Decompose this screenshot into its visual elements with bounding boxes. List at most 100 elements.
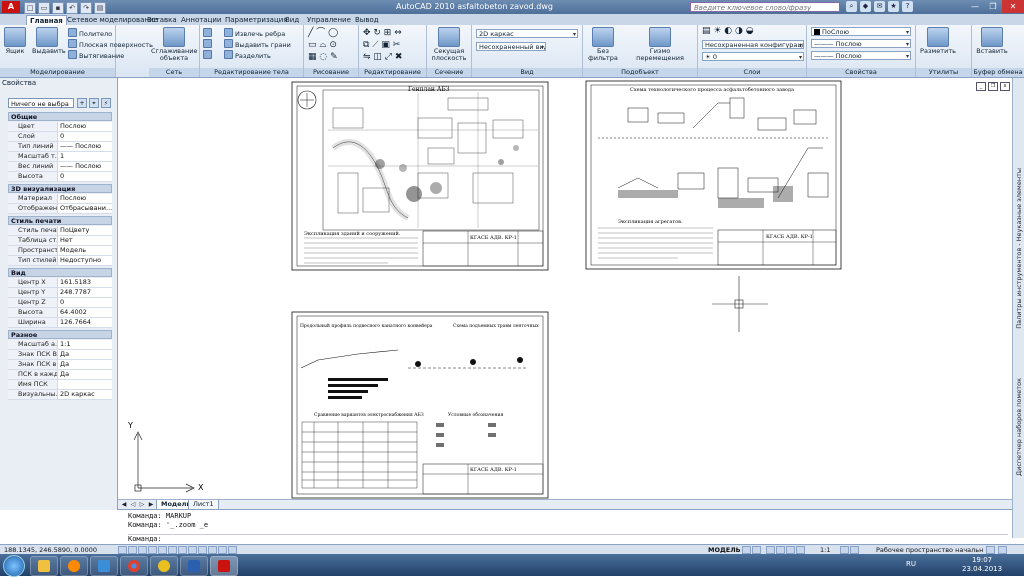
- separate-button[interactable]: Разделить: [224, 50, 271, 60]
- extract-button[interactable]: Выдавить: [32, 27, 66, 55]
- object-snap-tracking-icon[interactable]: [188, 546, 197, 554]
- tab-parametric[interactable]: Параметризация: [222, 15, 290, 25]
- property-value[interactable]: Недоступно: [60, 256, 112, 265]
- system-clock[interactable]: 19:07 23.04.2013: [962, 556, 1002, 574]
- open-file-icon[interactable]: ▭: [38, 2, 50, 14]
- quick-view-layouts-icon[interactable]: [742, 546, 751, 554]
- property-value[interactable]: 161.5183: [60, 278, 112, 287]
- taskbar-autocad[interactable]: [210, 556, 238, 576]
- property-value[interactable]: 1:1: [60, 340, 112, 349]
- help-search-input[interactable]: Введите ключевое слово/фразу: [690, 2, 840, 12]
- extrude-button[interactable]: Вытягивание: [68, 50, 124, 60]
- property-value[interactable]: 2D каркас: [60, 390, 112, 399]
- property-value[interactable]: 0: [60, 298, 112, 307]
- tool-palettes-tab[interactable]: Палитры инструментов - Неуказные элемент…: [1015, 168, 1023, 329]
- tab-annotate[interactable]: Аннотации: [178, 15, 224, 25]
- ortho-mode-icon[interactable]: [148, 546, 157, 554]
- property-row[interactable]: Стиль печатиПоЦвету: [8, 226, 112, 236]
- property-row[interactable]: Центр Y 248.7787: [8, 288, 112, 298]
- help-icon[interactable]: ?: [902, 1, 913, 12]
- infer-constraints-icon[interactable]: [118, 546, 127, 554]
- language-indicator[interactable]: RU: [906, 560, 916, 568]
- 3d-object-snap-icon[interactable]: [178, 546, 187, 554]
- taskbar-media-player[interactable]: [60, 556, 88, 576]
- taskbar-explorer[interactable]: [30, 556, 58, 576]
- property-row[interactable]: Отображен...Отбрасывани...: [8, 204, 112, 214]
- intersect-button[interactable]: [203, 50, 214, 60]
- line-icon[interactable]: ╱ ⌒ ◯: [308, 29, 338, 38]
- property-value[interactable]: 0: [60, 132, 112, 141]
- dynamic-input-icon[interactable]: [208, 546, 217, 554]
- property-value[interactable]: Да: [60, 350, 112, 359]
- extrude-faces-button[interactable]: Выдавить грани: [224, 39, 291, 49]
- plot-icon[interactable]: ▤: [94, 2, 106, 14]
- first-tab-icon[interactable]: ◀: [120, 501, 128, 509]
- zoom-icon[interactable]: [776, 546, 785, 554]
- property-value[interactable]: —— Послою: [60, 142, 112, 151]
- polysolid-button[interactable]: Политело: [68, 28, 112, 38]
- property-value[interactable]: Да: [60, 370, 112, 379]
- property-row[interactable]: Пространст...Модель: [8, 246, 112, 256]
- linetype-select[interactable]: ——— Послою: [811, 39, 911, 48]
- paste-button[interactable]: Вставить: [974, 27, 1010, 55]
- taskbar-app[interactable]: [90, 556, 118, 576]
- communication-icon[interactable]: ✉: [874, 1, 885, 12]
- selection-select[interactable]: Ничего не выбра: [8, 98, 74, 108]
- polar-tracking-icon[interactable]: [158, 546, 167, 554]
- viewport-restore-icon[interactable]: ❐: [988, 82, 998, 91]
- property-value[interactable]: 0: [60, 172, 112, 181]
- tab-manage[interactable]: Управление: [304, 15, 354, 25]
- properties-section-header[interactable]: Вид: [8, 268, 112, 277]
- property-row[interactable]: Знак ПСК в ...Да: [8, 360, 112, 370]
- property-value[interactable]: Отбрасывани...: [60, 204, 112, 213]
- search-icon[interactable]: ⌕: [846, 1, 857, 12]
- property-row[interactable]: Тип стилей ...Недоступно: [8, 256, 112, 266]
- property-row[interactable]: Знак ПСК В...Да: [8, 350, 112, 360]
- taskbar-chrome[interactable]: [120, 556, 148, 576]
- property-value[interactable]: 248.7787: [60, 288, 112, 297]
- property-value[interactable]: —— Послою: [60, 162, 112, 171]
- new-file-icon[interactable]: □: [24, 2, 36, 14]
- property-row[interactable]: Вес линий —— Послою: [8, 162, 112, 172]
- snap-mode-icon[interactable]: [128, 546, 137, 554]
- property-value[interactable]: Да: [60, 360, 112, 369]
- property-row[interactable]: Тип линий —— Послою: [8, 142, 112, 152]
- property-row[interactable]: Высота 64.4002: [8, 308, 112, 318]
- quick-select-icon[interactable]: ⚡: [101, 98, 111, 108]
- tab-insert[interactable]: Вставка: [144, 15, 180, 25]
- layer-select[interactable]: ☀ 0: [702, 52, 804, 61]
- property-row[interactable]: Визуальны... 2D каркас: [8, 390, 112, 400]
- copy-icon[interactable]: ⧉ ⟋ ▣ ✂: [363, 41, 400, 50]
- property-value[interactable]: Послою: [60, 122, 112, 131]
- toggle-pickadd-icon[interactable]: +: [77, 98, 87, 108]
- redo-icon[interactable]: ↷: [80, 2, 92, 14]
- property-row[interactable]: Ширина 126.7664: [8, 318, 112, 328]
- start-button[interactable]: [3, 555, 25, 577]
- hatch-icon[interactable]: ▦ ◌ ✎: [308, 53, 338, 62]
- properties-section-header[interactable]: 3D визуализация: [8, 184, 112, 193]
- undo-icon[interactable]: ↶: [66, 2, 78, 14]
- property-row[interactable]: Имя ПСК: [8, 380, 112, 390]
- union-button[interactable]: [203, 28, 214, 38]
- properties-section-header[interactable]: Общие: [8, 112, 112, 121]
- box-button[interactable]: Ящик: [2, 27, 28, 55]
- section-plane-button[interactable]: Секущая плоскость: [429, 27, 469, 62]
- smooth-object-button[interactable]: Сглаживание объекта: [151, 27, 197, 62]
- measure-button[interactable]: Разметить: [918, 27, 958, 55]
- property-row[interactable]: Масштаб т... 1: [8, 152, 112, 162]
- property-value[interactable]: 64.4002: [60, 308, 112, 317]
- next-tab-icon[interactable]: ▷: [138, 501, 146, 509]
- property-row[interactable]: Материал Послою: [8, 194, 112, 204]
- application-menu-button[interactable]: A: [2, 1, 20, 13]
- lineweight-select[interactable]: ——— Послою: [811, 51, 911, 60]
- favorites-icon[interactable]: ★: [888, 1, 899, 12]
- property-row[interactable]: Слой 0: [8, 132, 112, 142]
- layer-properties-icon[interactable]: ▤ ☀ ◐ ◑ ◒: [702, 27, 754, 36]
- property-value[interactable]: 1: [60, 152, 112, 161]
- visual-style-select[interactable]: 2D каркас: [476, 29, 578, 38]
- property-value[interactable]: ПоЦвету: [60, 226, 112, 235]
- tab-view[interactable]: Вид: [282, 15, 302, 25]
- move-icon[interactable]: ✥ ↻ ⊞ ⇔: [363, 29, 402, 38]
- subscription-icon[interactable]: ◆: [860, 1, 871, 12]
- command-input[interactable]: Команда:: [128, 534, 1008, 544]
